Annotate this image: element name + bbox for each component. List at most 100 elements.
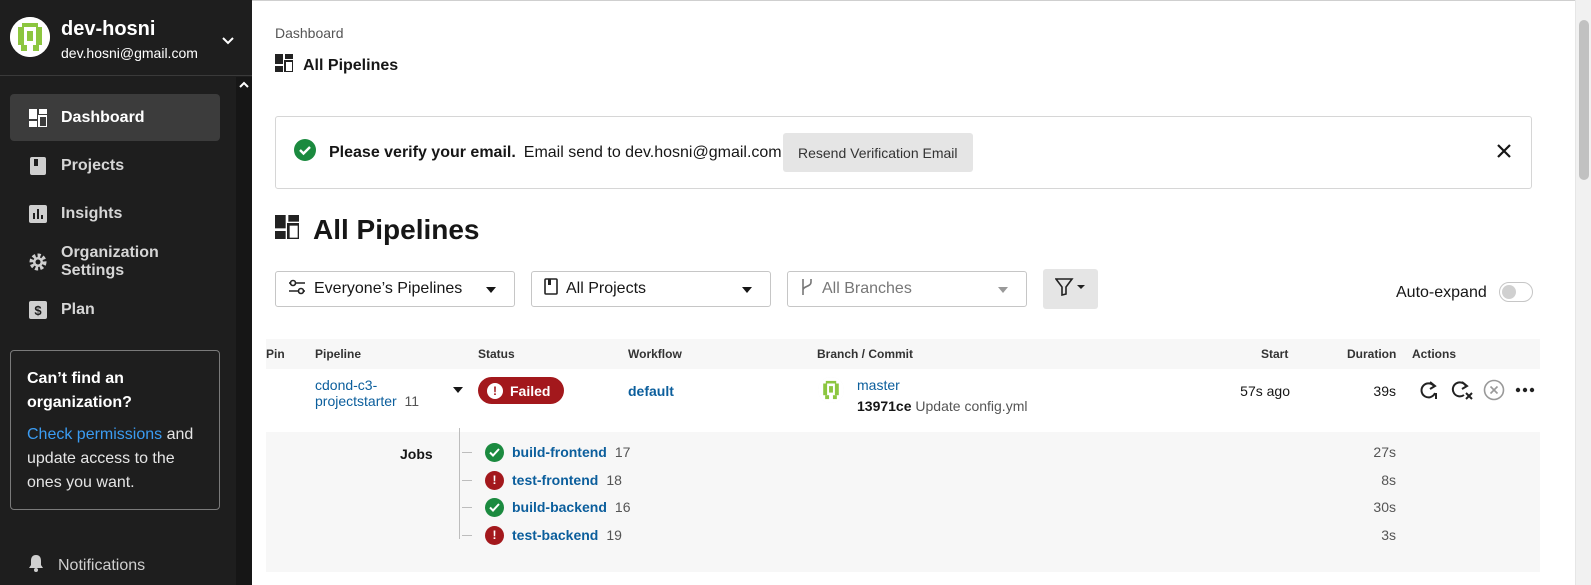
user-name: dev-hosni [61, 18, 156, 40]
caret-down-icon [998, 287, 1008, 293]
chevron-up-icon[interactable] [239, 79, 249, 91]
page-title: All Pipelines [275, 214, 480, 246]
check-circle-icon [294, 139, 316, 166]
jobs-panel: Jobs build-frontend 17 27s ! test-fronte… [266, 428, 1540, 572]
sidebar-item-label: Plan [61, 300, 95, 318]
tree-tick [462, 479, 472, 481]
branches-filter-select[interactable]: All Branches [787, 271, 1027, 307]
dollar-icon: $ [28, 300, 48, 320]
pipeline-name-line1: cdond-c3- [315, 377, 378, 393]
breadcrumb[interactable]: Dashboard [275, 25, 344, 41]
job-row: build-frontend 17 [462, 441, 630, 463]
alert-icon: ! [487, 382, 503, 399]
sidebar-item-dashboard[interactable]: Dashboard [10, 94, 220, 141]
user-menu[interactable]: dev-hosni dev.hosni@gmail.com [0, 0, 252, 76]
sidebar-item-label: Insights [61, 204, 123, 222]
sidebar-nav: Dashboard Projects Insights Organization… [10, 94, 220, 334]
sidebar-item-notifications[interactable]: Notifications [28, 554, 145, 577]
chevron-down-icon[interactable] [222, 32, 234, 50]
tree-tick [462, 534, 472, 536]
jobs-label: Jobs [400, 446, 433, 462]
sidebar-item-plan[interactable]: $ Plan [10, 286, 220, 333]
main-content: Dashboard All Pipelines Please verify yo… [252, 0, 1575, 585]
auto-expand-toggle[interactable] [1499, 282, 1533, 302]
alert-icon: ! [485, 470, 504, 490]
rerun-icon[interactable] [1419, 380, 1441, 400]
job-name-link[interactable]: build-backend [512, 499, 607, 515]
book-icon [28, 156, 48, 176]
commit-hash: 13971ce [857, 398, 912, 414]
job-row: ! test-frontend 18 [462, 469, 622, 491]
projects-filter-select[interactable]: All Projects [531, 271, 771, 307]
bar-chart-icon [28, 204, 48, 224]
page-scrollbar[interactable] [1575, 0, 1591, 585]
svg-text:$: $ [34, 303, 42, 318]
caret-down-icon [742, 287, 752, 293]
pipelines-table: Pin Pipeline Status Workflow Branch / Co… [266, 339, 1540, 572]
alert-icon: ! [485, 525, 504, 545]
dashboard-icon [28, 108, 48, 128]
sidebar-item-projects[interactable]: Projects [10, 142, 220, 189]
success-check-icon [485, 442, 504, 462]
job-name-link[interactable]: test-frontend [512, 472, 598, 488]
branch-link[interactable]: master [857, 377, 900, 393]
job-duration: 30s [1373, 499, 1396, 515]
git-branch-icon [800, 278, 814, 301]
org-help-body: Check permissions and update access to t… [27, 423, 203, 495]
banner-title: Please verify your email. [329, 143, 516, 161]
avatar [10, 17, 50, 57]
pipeline-actions [1419, 379, 1545, 401]
sidebar-item-insights[interactable]: Insights [10, 190, 220, 237]
status-badge[interactable]: ! Failed [478, 377, 565, 404]
sidebar-item-label: Notifications [58, 556, 146, 574]
sidebar-item-label: Organization Settings [61, 243, 159, 279]
pipeline-link[interactable]: cdond-c3- projectstarter 11 [315, 377, 419, 409]
banner-text: Email send to dev.hosni@gmail.com. [523, 143, 787, 161]
col-header-pin: Pin [266, 347, 285, 361]
job-name-link[interactable]: build-frontend [512, 444, 607, 460]
col-header-actions: Actions [1412, 347, 1457, 361]
job-duration: 3s [1381, 527, 1396, 543]
check-permissions-link[interactable]: Check permissions [27, 426, 162, 443]
commit-info[interactable]: 13971ce Update config.yml [857, 398, 1027, 414]
col-header-status: Status [478, 347, 515, 361]
rerun-failed-icon[interactable] [1451, 380, 1473, 400]
resend-verification-button[interactable]: Resend Verification Email [783, 133, 973, 172]
org-help-box: Can’t find an organization? Check permis… [10, 350, 220, 510]
sidebar: dev-hosni dev.hosni@gmail.com Dashboard … [0, 0, 252, 585]
sidebar-item-organization-settings[interactable]: Organization Settings [10, 238, 220, 285]
col-header-duration: Duration [1347, 347, 1397, 361]
dashboard-icon [275, 54, 294, 77]
filter-bar: Everyone’s Pipelines All Projects All Br… [275, 269, 1098, 309]
job-row: build-backend 16 [462, 496, 630, 518]
status-label: Failed [510, 382, 551, 399]
pipeline-start: 57s ago [1240, 383, 1290, 399]
col-header-branch-commit: Branch / Commit [817, 347, 914, 361]
pipelines-filter-select[interactable]: Everyone’s Pipelines [275, 271, 515, 307]
close-icon[interactable] [1497, 144, 1511, 163]
more-icon[interactable] [1515, 387, 1535, 393]
scrollbar-thumb[interactable] [1579, 20, 1589, 180]
table-header: Pin Pipeline Status Workflow Branch / Co… [266, 339, 1540, 369]
verify-email-banner: Please verify your email. Email send to … [275, 116, 1532, 189]
cancel-icon[interactable] [1483, 379, 1505, 401]
org-help-title: Can’t find an organization? [27, 370, 132, 411]
pipeline-row: cdond-c3- projectstarter 11 ! Failed def… [266, 369, 1540, 432]
success-check-icon [485, 497, 504, 517]
commit-message: Update config.yml [915, 398, 1028, 414]
pipeline-name-line2: projectstarter [315, 393, 397, 409]
book-icon [544, 278, 558, 300]
advanced-filter-button[interactable] [1043, 269, 1098, 309]
caret-down-icon [486, 287, 496, 293]
page-subtitle: All Pipelines [275, 54, 398, 77]
job-duration: 8s [1381, 472, 1396, 488]
subtitle-text: All Pipelines [303, 56, 399, 74]
job-row: ! test-backend 19 [462, 524, 622, 546]
sidebar-scrollbar[interactable] [236, 77, 252, 585]
user-email: dev.hosni@gmail.com [61, 45, 198, 61]
tree-tick [462, 506, 472, 508]
job-name-link[interactable]: test-backend [512, 527, 598, 543]
expand-caret-icon[interactable] [453, 387, 463, 393]
branches-filter-value: All Branches [822, 280, 912, 297]
workflow-link[interactable]: default [628, 383, 674, 399]
